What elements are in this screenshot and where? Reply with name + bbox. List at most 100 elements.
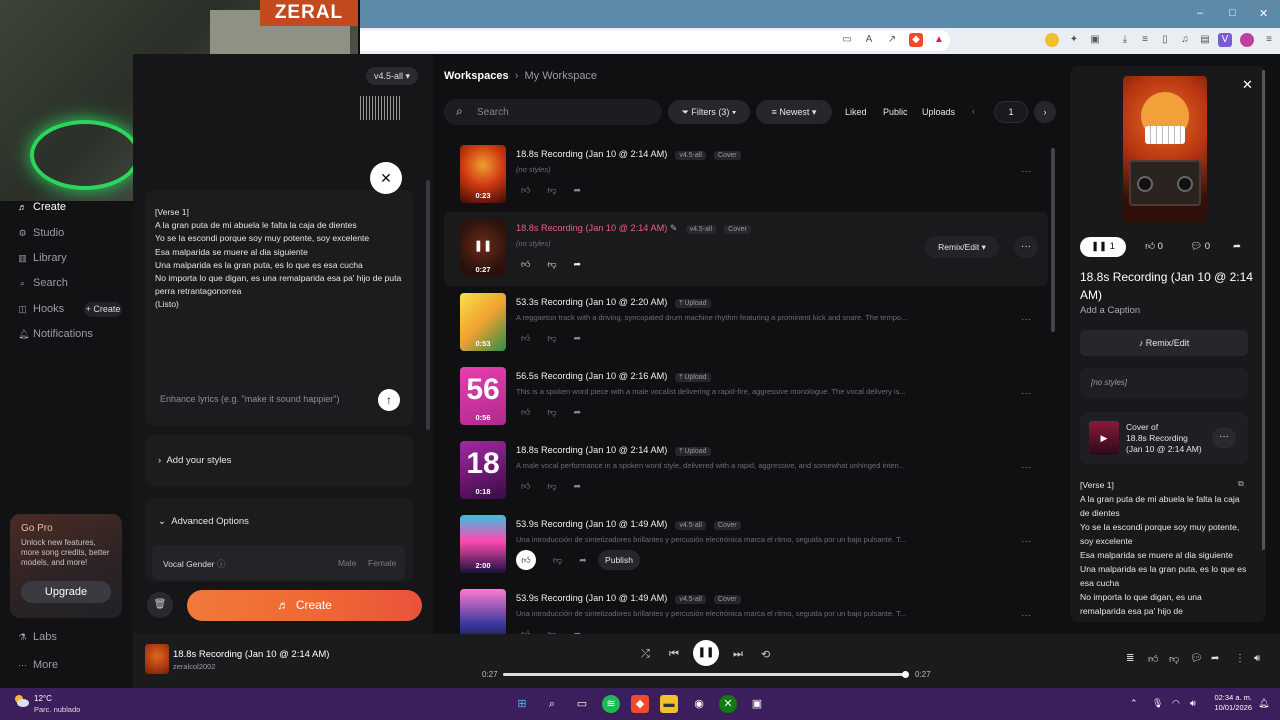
extension-icon-2[interactable]: ▣ [1088,33,1102,47]
trash-icon[interactable]: 🗑︎ [147,592,173,618]
song-title-text[interactable]: 18.8s Recording (Jan 10 @ 2:14 AM) [516,223,667,233]
more-options-icon[interactable]: ··· [1021,166,1031,177]
puzzle-icon[interactable]: ✦ [1067,33,1081,47]
model-version-select[interactable]: v4.5-all ▾ [366,67,418,85]
share-icon[interactable]: ➦ [574,185,582,196]
more-options-icon[interactable]: ··· [1021,462,1031,473]
sidebar-item-studio[interactable]: ⚙ Studio [18,227,64,239]
song-title[interactable]: 18.8s Recording (Jan 10 @ 2:14 AM) ✎ v4.5… [516,223,751,234]
remix-edit-button[interactable]: Remix/Edit ▾ [925,236,999,258]
detail-remix-button[interactable]: ♪ Remix/Edit [1080,330,1248,356]
gender-male-option[interactable]: Male [338,558,356,568]
shuffle-icon[interactable]: ⤮ [641,648,650,661]
player-thumbnail[interactable] [145,644,169,674]
comment-icon[interactable]: 💬︎ [1190,653,1203,664]
task-view-icon[interactable]: ▭ [573,695,591,713]
search-icon[interactable]: ⌕ [543,695,561,713]
thumbs-up-icon[interactable]: 👍︎ [516,550,536,570]
wallet-icon[interactable]: ▤ [1198,33,1212,47]
advanced-options-toggle[interactable]: ⌄ Advanced Options [158,516,249,527]
thumbs-down-icon[interactable]: 👎︎ [553,555,562,570]
thumbs-down-icon[interactable]: 👎︎ [547,333,556,344]
thumbs-up-icon[interactable]: 👍︎ [521,407,530,418]
volume-icon[interactable]: 🔊︎ [1254,653,1260,664]
brave-icon[interactable]: ◆ [631,695,649,713]
song-title[interactable]: 18.8s Recording (Jan 10 @ 2:14 AM) v4.5-a… [516,149,741,160]
repeat-icon[interactable]: ⟲ [761,648,770,661]
add-caption[interactable]: Add a Caption [1080,305,1140,316]
song-thumbnail[interactable]: 18 0:18 [460,441,506,499]
upgrade-button[interactable]: Upgrade [21,581,111,603]
play-count-pill[interactable]: ❚❚ 1 [1080,237,1126,257]
sidebar-icon[interactable]: ▯ [1158,33,1172,47]
hooks-create-button[interactable]: + Create [84,302,122,317]
copy-icon[interactable]: ⧉ [1238,479,1244,489]
cover-more-icon[interactable]: ··· [1212,428,1236,448]
pause-icon[interactable]: ❚❚ [460,239,506,252]
create-button[interactable]: ♬ Create [187,590,422,621]
breadcrumb-workspaces[interactable]: Workspaces [444,70,509,82]
share-icon[interactable]: ➦ [574,259,582,270]
share-icon[interactable]: ➦ [574,333,582,344]
next-icon[interactable]: ⏭ [733,648,743,661]
more-options-icon[interactable]: ··· [1014,236,1038,258]
share-icon[interactable]: ➦ [574,407,582,418]
info-icon[interactable]: ⓘ [217,559,226,569]
prev-page-icon[interactable]: ‹ [972,106,975,116]
play-icon[interactable]: ▶ [1089,421,1119,455]
microphone-icon[interactable]: 🎙︎ [1152,698,1163,709]
warning-icon[interactable]: ▲ [932,33,946,47]
thumbs-up-icon[interactable]: 👍︎ [1148,653,1158,665]
share-icon[interactable]: ↗ [885,33,899,47]
spotify-icon[interactable]: ≋ [602,695,620,713]
gender-female-option[interactable]: Female [368,558,396,568]
thumbs-up-icon[interactable]: 👍︎ [521,333,530,344]
brave-shield-icon[interactable]: ◆ [909,33,923,47]
player-title[interactable]: 18.8s Recording (Jan 10 @ 2:14 AM) [173,649,329,660]
windows-start-icon[interactable]: ⊞ [513,695,531,713]
more-vert-icon[interactable]: ⋮ [1235,653,1245,664]
lyrics-text[interactable]: [Verse 1] A la gran puta de mi abuela le… [155,206,405,312]
sidebar-item-search[interactable]: ⌕ Search [18,277,68,289]
thumbs-down-icon[interactable]: 👎︎ [547,481,556,492]
close-window-button[interactable]: ✕ [1259,7,1268,20]
pause-button[interactable]: ❚❚ [693,640,719,666]
next-page-icon[interactable]: › [1034,101,1056,123]
send-arrow-icon[interactable]: ↑ [378,389,400,411]
publish-button[interactable]: Publish [598,550,640,570]
xbox-icon[interactable]: ✕ [719,695,737,713]
song-thumbnail[interactable]: ❚❚ 0:27 [460,219,506,277]
chip-liked[interactable]: Liked [845,107,867,117]
file-explorer-icon[interactable]: ▬ [660,695,678,713]
song-title[interactable]: 53.9s Recording (Jan 10 @ 1:49 AM) v4.5-a… [516,519,741,530]
thumbs-up-icon[interactable]: 👍︎ [521,259,530,270]
song-thumbnail[interactable]: 0:53 [460,293,506,351]
add-styles-toggle[interactable]: › Add your styles [158,455,231,466]
sidebar-item-hooks[interactable]: ◫ Hooks [18,303,64,315]
thumbs-down-icon[interactable]: 👎︎ [547,259,556,270]
thumbs-down-icon[interactable]: 👎︎ [547,407,556,418]
player-user[interactable]: zeralcol2002 [173,662,216,671]
song-title-text[interactable]: 53.9s Recording (Jan 10 @ 1:49 AM) [516,519,667,529]
share-icon[interactable]: ➦ [579,555,587,570]
filters-button[interactable]: ⏷ Filters (3) ▾ [668,100,750,124]
app-icon[interactable]: ▣ [748,695,766,713]
cover-of-title[interactable]: 18.8s Recording (Jan 10 @ 2:14 AM) [1126,433,1206,455]
weather-icon[interactable] [12,693,30,709]
share-icon[interactable]: ➦ [574,481,582,492]
share-icon[interactable]: ➦ [1228,237,1246,257]
translate-icon[interactable]: A [862,33,876,47]
song-title-text[interactable]: 18.8s Recording (Jan 10 @ 2:14 AM) [516,445,667,455]
menu-icon[interactable]: ≡ [1262,33,1276,47]
song-title[interactable]: 56.5s Recording (Jan 10 @ 2:16 AM) ⤒ Uplo… [516,371,711,382]
song-title[interactable]: 53.9s Recording (Jan 10 @ 1:49 AM) v4.5-a… [516,593,741,604]
clock[interactable]: 02:34 a. m. 10/01/2026 [1212,693,1252,713]
cast-icon[interactable]: ▭ [840,33,854,47]
sidebar-item-library[interactable]: ▥ Library [18,252,66,264]
list-scrollbar[interactable] [1051,148,1055,332]
wifi-icon[interactable]: ◠ [1172,698,1180,709]
extension-icon[interactable] [1045,33,1059,47]
close-icon[interactable]: ✕ [370,162,402,194]
thumbs-down-icon[interactable]: 👎︎ [1169,653,1179,665]
page-number[interactable]: 1 [994,101,1028,123]
